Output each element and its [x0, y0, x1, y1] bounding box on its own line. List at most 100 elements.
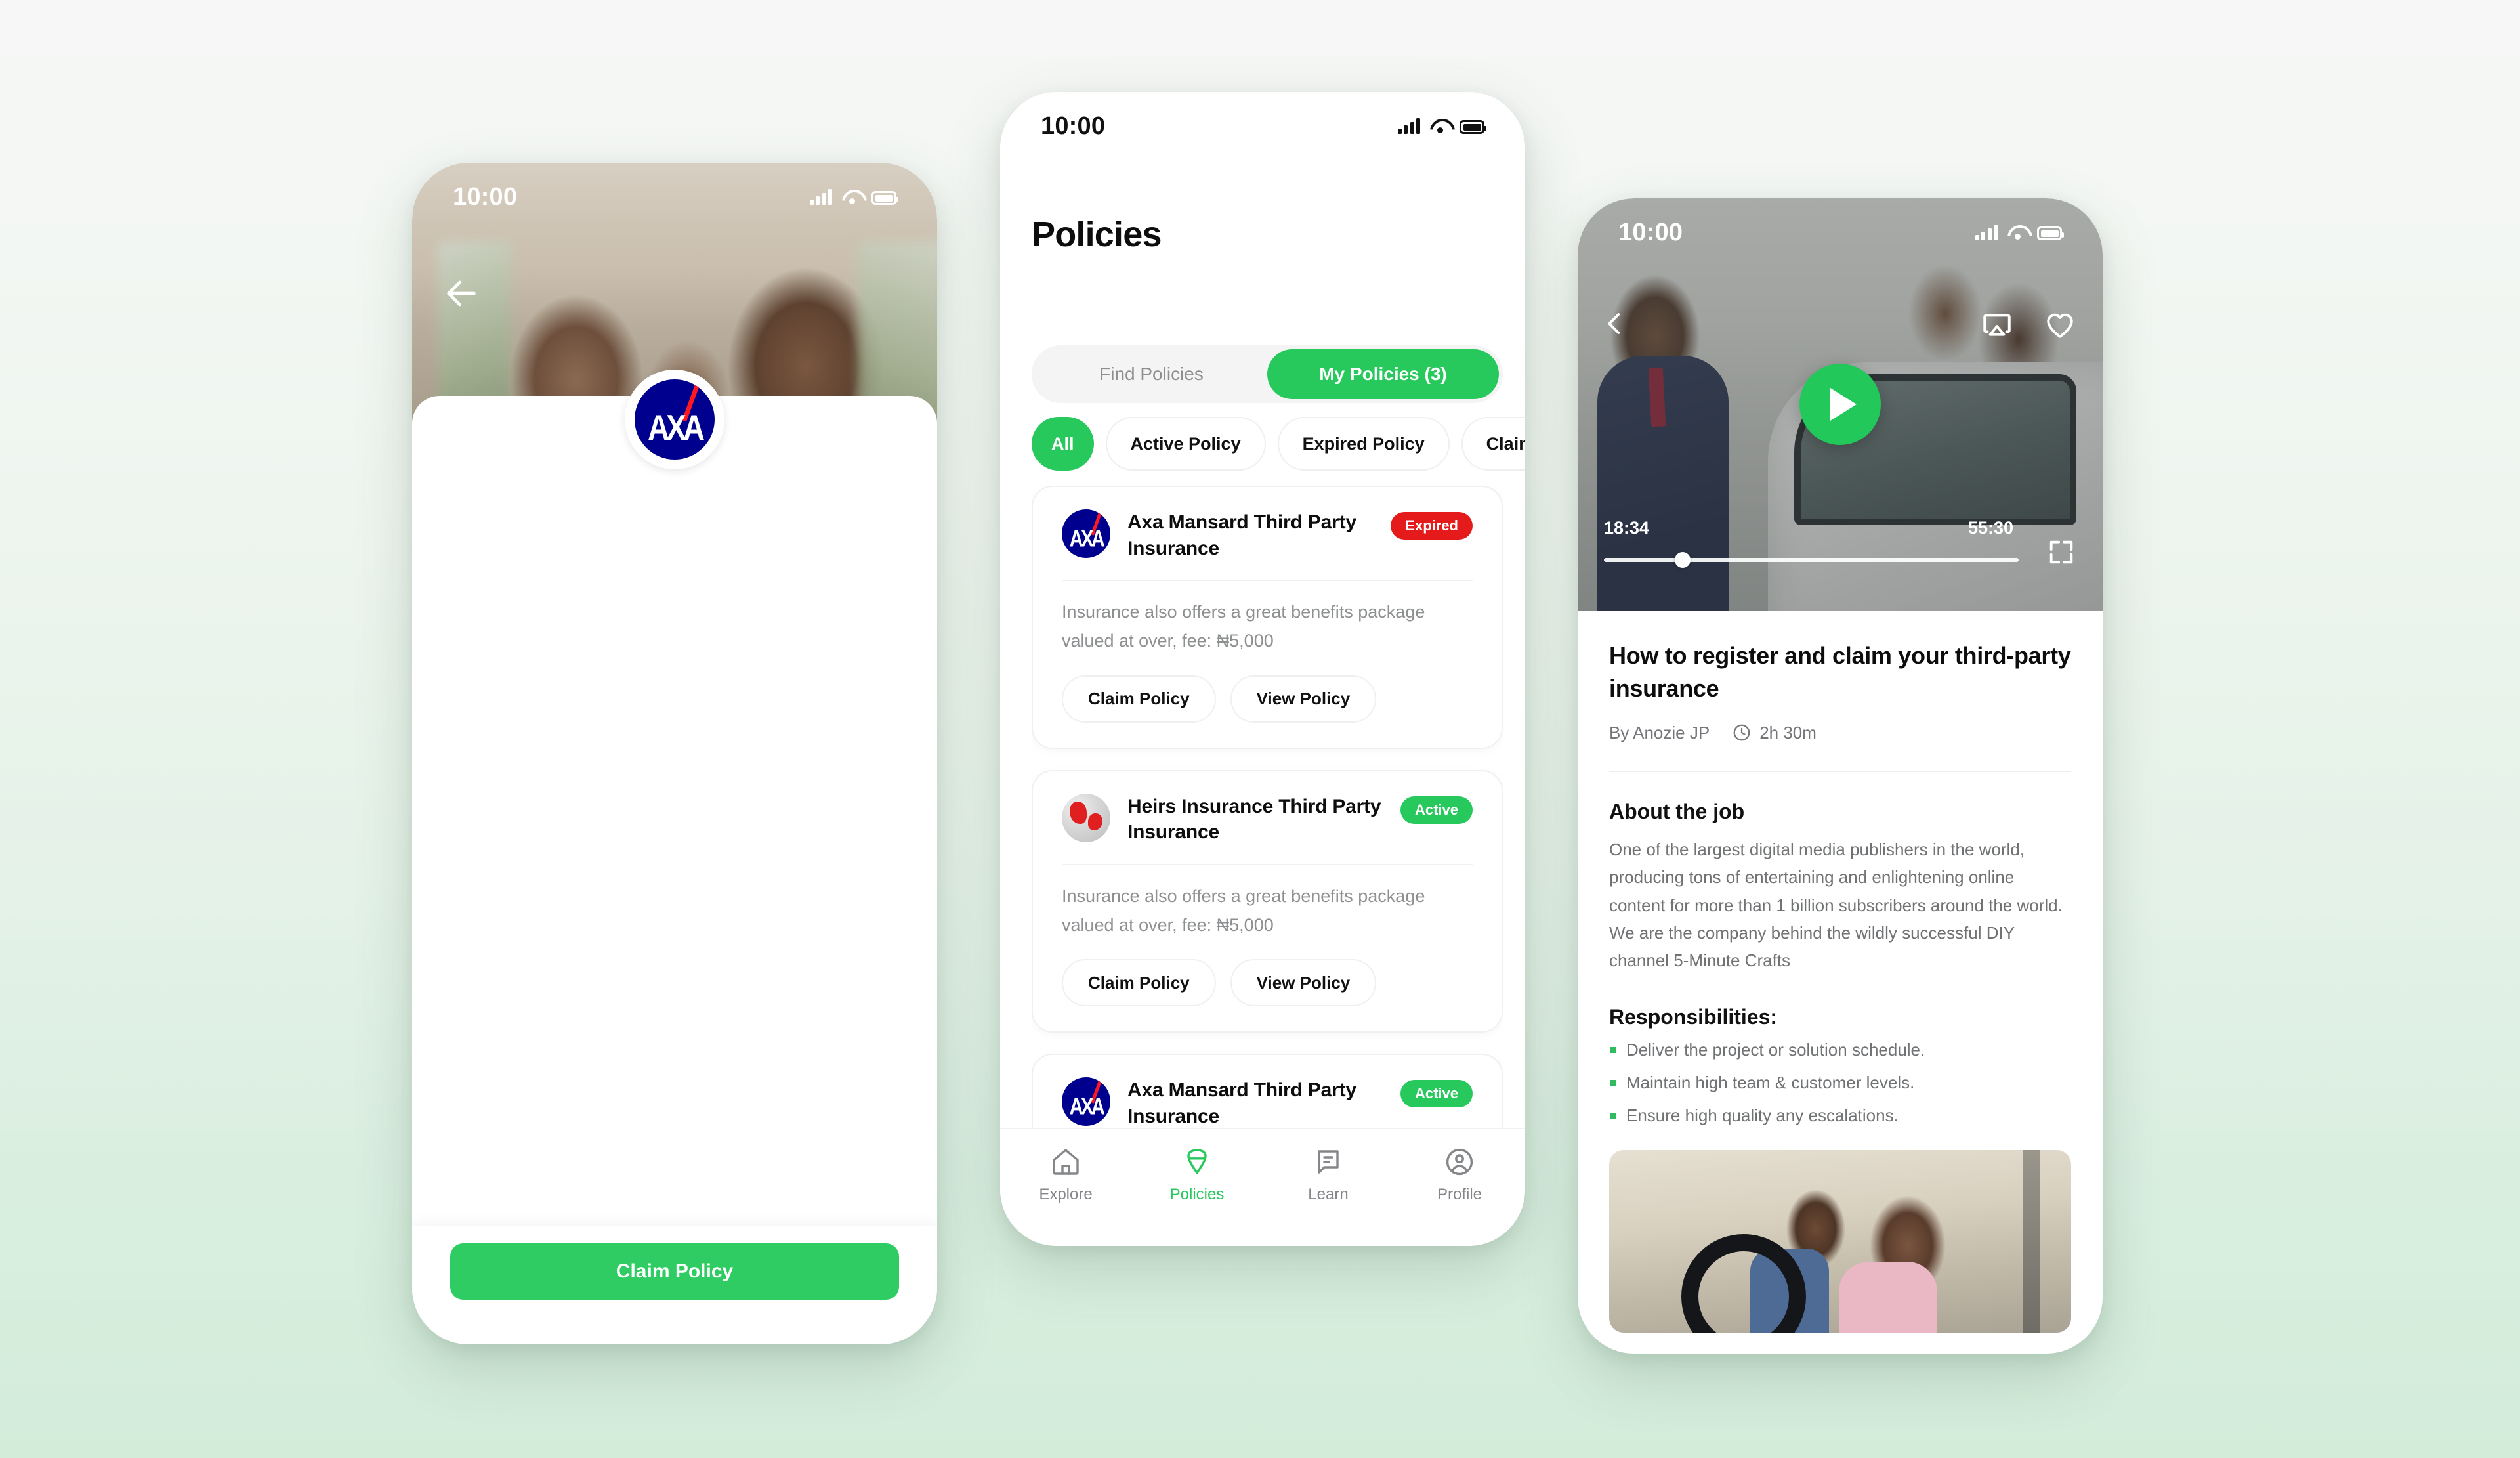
policy-card-header: AXA Axa Mansard Third Party Insurance Ac…	[1062, 1077, 1473, 1129]
status-bar: 10:00	[1578, 198, 2103, 267]
arrow-left-icon	[447, 280, 476, 307]
chat-icon	[1318, 1150, 1339, 1174]
axa-wordmark: AXA	[1069, 526, 1105, 553]
clock-icon	[1733, 724, 1750, 741]
policy-name: Axa Mansard Third Party Insurance	[1127, 511, 1356, 559]
avatar: AXA	[625, 370, 724, 469]
axa-wordmark: AXA	[647, 407, 705, 448]
photo-driver-shape	[1839, 1261, 1937, 1333]
chevron-left-icon	[1608, 313, 1620, 334]
axa-logo: AXA	[1062, 509, 1110, 558]
tab-profile[interactable]: Profile	[1394, 1146, 1525, 1204]
back-button[interactable]	[442, 274, 480, 312]
progress-scrubber[interactable]	[1604, 552, 2019, 568]
lesson-duration: 2h 30m	[1732, 723, 1816, 743]
couple-in-car-photo	[1609, 1149, 2071, 1333]
status-badge: Active	[1400, 1080, 1473, 1108]
tab-label: Profile	[1437, 1186, 1482, 1203]
policy-card-header: Heirs Insurance Third Party Insurance Ac…	[1062, 793, 1473, 846]
cellular-signal-icon	[1975, 225, 1998, 240]
cellular-signal-icon	[809, 189, 832, 205]
lesson-content: How to register and claim your third-par…	[1609, 639, 2071, 1333]
policy-detail-screen: 10:00 AXA Third-Party Insurance Lekki La…	[412, 163, 937, 1279]
video-player[interactable]: 10:00 18:34 55:30	[1578, 198, 2103, 611]
claim-policy-button[interactable]: Claim Policy	[1062, 675, 1216, 723]
airplay-button[interactable]	[1981, 309, 2013, 341]
status-icons	[1397, 118, 1486, 134]
phone-mockup-policies-list: 10:00 Policies Find Policies My Policies…	[1000, 92, 1525, 1246]
axa-wordmark: AXA	[1069, 1095, 1105, 1121]
tab-label: Policies	[1169, 1186, 1225, 1203]
fullscreen-button[interactable]	[2046, 537, 2076, 567]
tab-explore[interactable]: Explore	[1000, 1146, 1131, 1204]
phone-mockup-policy-detail: 10:00 AXA Third-Party Insurance Lekki La…	[412, 163, 937, 1344]
bottom-tab-bar: Explore Policies Learn Profile	[1000, 1128, 1525, 1246]
filter-chip-row[interactable]: All Active Policy Expired Policy Claimed…	[1032, 414, 1525, 474]
status-icons	[809, 189, 898, 205]
policy-name: Heirs Insurance Third Party Insurance	[1127, 795, 1381, 844]
phone-mockup-lesson-detail: 10:00 18:34 55:30 How to register and cl…	[1578, 198, 2103, 1354]
filter-chip-all[interactable]: All	[1032, 417, 1094, 471]
tab-find-policies[interactable]: Find Policies	[1036, 349, 1267, 399]
elapsed-time: 18:34	[1604, 518, 1650, 538]
responsibilities-heading: Responsibilities:	[1609, 1004, 1778, 1029]
claim-policy-button[interactable]: Claim Policy	[1062, 959, 1216, 1007]
policy-card-header: AXA Axa Mansard Third Party Insurance Ex…	[1062, 509, 1473, 561]
segmented-control: Find Policies My Policies (3)	[1032, 345, 1503, 403]
policy-card[interactable]: AXA Axa Mansard Third Party Insurance Ex…	[1032, 486, 1503, 749]
policies-screen: 10:00 Policies Find Policies My Policies…	[1000, 92, 1525, 1246]
view-policy-button[interactable]: View Policy	[1230, 959, 1377, 1007]
policy-description: Insurance also offers a great benefits p…	[1062, 886, 1425, 935]
status-bar: 10:00	[412, 163, 937, 231]
photo-door-post-shape	[2023, 1149, 2040, 1333]
about-body: One of the largest digital media publish…	[1609, 839, 2063, 971]
tab-learn[interactable]: Learn	[1263, 1146, 1394, 1204]
tab-my-policies[interactable]: My Policies (3)	[1267, 349, 1499, 399]
back-button[interactable]	[1601, 310, 1629, 337]
responsibilities-list: Deliver the project or solution schedule…	[1609, 1041, 2071, 1124]
favorite-button[interactable]	[2044, 309, 2076, 341]
policy-actions: Claim Policy View Policy	[1062, 959, 1473, 1007]
scrubber-handle[interactable]	[1675, 552, 1690, 568]
list-item: Maintain high team & customer levels.	[1609, 1074, 2071, 1091]
status-bar: 10:00	[1000, 92, 1525, 160]
detail-sheet	[412, 396, 937, 1279]
battery-icon	[872, 191, 898, 205]
axa-logo: AXA	[1062, 1077, 1110, 1126]
view-policy-button[interactable]: View Policy	[1230, 675, 1377, 723]
filter-chip-expired-policy[interactable]: Expired Policy	[1277, 417, 1450, 471]
divider	[1062, 580, 1473, 582]
battery-icon	[2037, 226, 2064, 240]
footer-action-bar: Claim Policy	[412, 1226, 937, 1344]
lesson-duration-label: 2h 30m	[1759, 722, 1816, 742]
divider	[1062, 863, 1473, 865]
responsibilities-section: Responsibilities: Deliver the project or…	[1609, 1005, 2071, 1124]
policy-description: Insurance also offers a great benefits p…	[1062, 602, 1425, 651]
policy-actions: Claim Policy View Policy	[1062, 675, 1473, 723]
user-icon	[1446, 1148, 1473, 1176]
tab-label: Learn	[1308, 1186, 1349, 1203]
policy-card[interactable]: Heirs Insurance Third Party Insurance Ac…	[1032, 769, 1503, 1033]
status-icons	[1975, 225, 2064, 240]
status-time: 10:00	[1618, 218, 1683, 246]
list-item: Deliver the project or solution schedule…	[1609, 1041, 2071, 1058]
lesson-title: How to register and claim your third-par…	[1609, 642, 2071, 702]
battery-icon	[1460, 120, 1486, 134]
status-time: 10:00	[1041, 112, 1106, 140]
page-title: Policies	[1032, 215, 1162, 254]
heart-icon	[2047, 313, 2073, 338]
filter-chip-active-policy[interactable]: Active Policy	[1105, 417, 1266, 471]
play-icon	[1830, 388, 1857, 421]
lesson-meta: By Anozie JP 2h 30m	[1609, 723, 2071, 743]
about-heading: About the job	[1609, 799, 1745, 823]
claim-policy-button[interactable]: Claim Policy	[450, 1243, 899, 1300]
home-icon	[1053, 1149, 1079, 1175]
shield-icon	[1187, 1149, 1207, 1174]
heirs-globe-logo	[1062, 793, 1110, 842]
filter-chip-claimed-policy[interactable]: Claimed Policy	[1461, 417, 1525, 471]
tab-policies[interactable]: Policies	[1131, 1146, 1263, 1204]
status-time: 10:00	[453, 182, 518, 211]
policy-card-list: AXA Axa Mansard Third Party Insurance Ex…	[1032, 486, 1503, 1195]
play-button[interactable]	[1799, 364, 1881, 445]
wifi-icon	[2007, 225, 2027, 240]
